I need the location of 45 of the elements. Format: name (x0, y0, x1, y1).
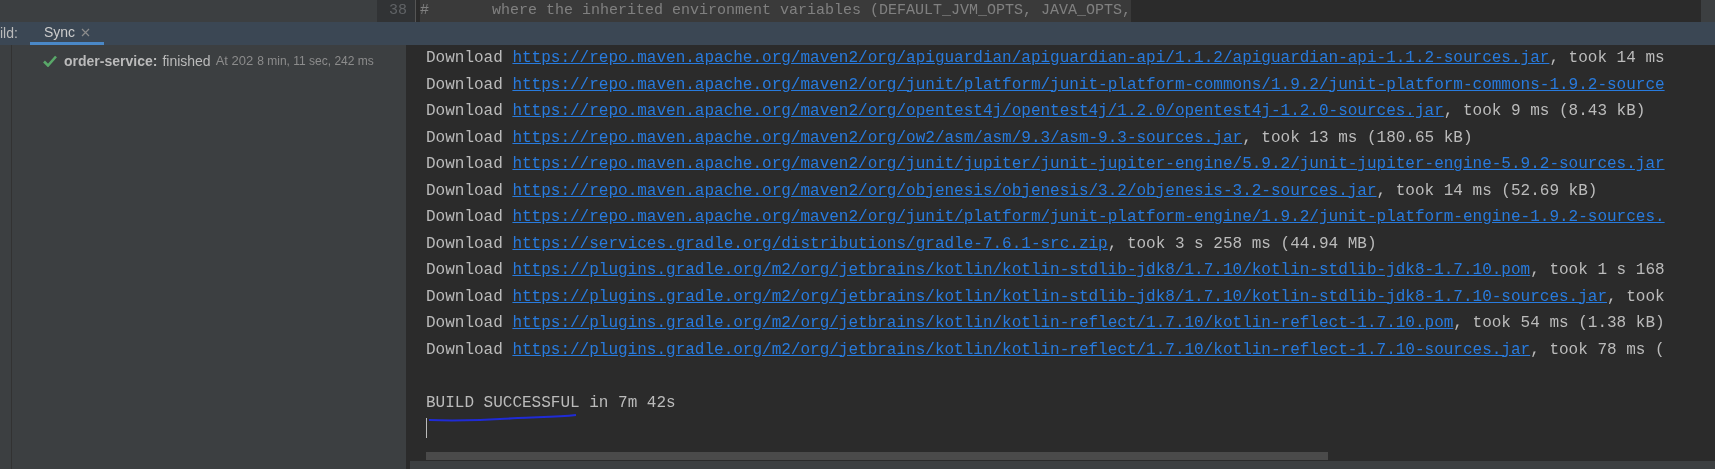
panel-label: ild: (0, 24, 18, 43)
log-label: Download (426, 127, 503, 149)
start-time: At 202 (215, 52, 254, 71)
download-stats: , took 14 ms (52.69 kB) (1376, 180, 1598, 202)
editor-scrollbar[interactable] (1701, 0, 1715, 22)
download-link[interactable]: https://services.gradle.org/distributions/gradle-7.6.1-src.zip (512, 231, 1108, 256)
log-label: Download (426, 74, 503, 96)
download-stats: , took 9 ms (8.43 kB) (1443, 101, 1646, 123)
log-label: Download (426, 154, 503, 176)
log-label: Download (426, 339, 503, 361)
download-stats: , took 3 s 258 ms (44.94 MB) (1107, 233, 1377, 255)
download-link[interactable]: https://repo.maven.apache.org/maven2/org/objenesis/objenesis/3.2/objenesis-3.2-sources.jar (512, 178, 1377, 203)
download-stats: , took (1607, 286, 1665, 308)
download-stats: , took 1 s 168 (1530, 260, 1665, 282)
download-link[interactable]: https://repo.maven.apache.org/maven2/org/junit/jupiter/junit-jupiter-engine/5.9.2/junit-jupiter-engine-5.9.2-sources.jar (512, 152, 1665, 177)
log-label: Download (426, 286, 503, 308)
tree-item[interactable]: order-service: finished At 202 8 min, 11 sec, 242 ms (12, 50, 406, 72)
download-link[interactable]: https://plugins.gradle.org/m2/org/jetbrains/kotlin/kotlin-stdlib-jdk8/1.7.10/kotlin-stdlib-jdk8-1.7.10-sources.jar (512, 284, 1607, 309)
download-stats: , took 78 ms ( (1530, 339, 1665, 361)
download-stats: , took 54 ms (1.38 kB) (1453, 313, 1665, 335)
download-link[interactable]: https://repo.maven.apache.org/maven2/org/junit/platform/junit-platform-commons/1.9.2/junit-platform-commons-1.9.2-source (512, 72, 1665, 97)
download-link[interactable]: https://plugins.gradle.org/m2/org/jetbrains/kotlin/kotlin-reflect/1.7.10/kotlin-reflect-1.7.10.pom (512, 311, 1454, 336)
log-label: Download (426, 180, 503, 202)
code-comment: # where the inherited environment variables (DEFAULT_JVM_OPTS, JAVA_OPTS, (420, 0, 1132, 22)
log-label: Download (426, 313, 503, 335)
log-label: Download (426, 101, 503, 123)
build-status: finished (162, 51, 211, 71)
checkmark-icon (43, 55, 57, 67)
log-label: Download (426, 260, 503, 282)
download-link[interactable]: https://repo.maven.apache.org/maven2/org/ow2/asm/asm/9.3/asm-9.3-sources.jar (512, 125, 1243, 150)
close-icon[interactable] (81, 27, 91, 37)
log-label: Download (426, 48, 503, 70)
download-link[interactable]: https://repo.maven.apache.org/maven2/org/opentest4j/opentest4j/1.2.0/opentest4j-1.2.0-sources.jar (512, 99, 1444, 124)
build-duration: 8 min, 11 sec, 242 ms (257, 53, 374, 70)
download-stats: , took 13 ms (180.65 kB) (1242, 127, 1473, 149)
build-result: BUILD SUCCESSFUL in 7m 42s (426, 392, 676, 414)
text-cursor (426, 418, 427, 438)
log-label: Download (426, 233, 503, 255)
download-link[interactable]: https://repo.maven.apache.org/maven2/org/junit/platform/junit-platform-engine/1.9.2/junit-platform-engine-1.9.2-sources. (512, 205, 1665, 230)
download-link[interactable]: https://plugins.gradle.org/m2/org/jetbrains/kotlin/kotlin-stdlib-jdk8/1.7.10/kotlin-stdlib-jdk8-1.7.10.pom (512, 258, 1531, 283)
project-name: order-service: (64, 51, 158, 71)
download-stats: , took 14 ms (1549, 48, 1665, 70)
download-link[interactable]: https://repo.maven.apache.org/maven2/org/apiguardian/apiguardian-api/1.1.2/apiguardian-api-1.1.2-sources.jar (512, 46, 1550, 71)
log-label: Download (426, 207, 503, 229)
download-link[interactable]: https://plugins.gradle.org/m2/org/jetbrains/kotlin/kotlin-reflect/1.7.10/kotlin-reflect-1.7.10-sources.jar (512, 337, 1531, 362)
